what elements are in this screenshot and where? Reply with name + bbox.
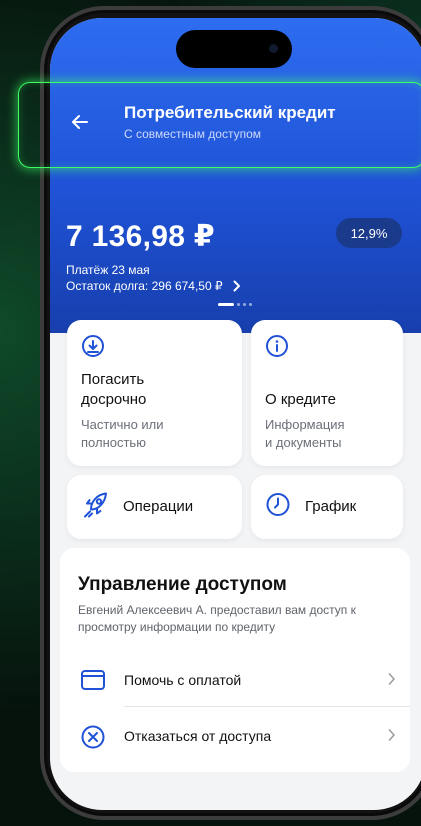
download-circle-icon [81, 334, 105, 363]
debt-row[interactable]: Остаток долга: 296 674,50 ₽ [66, 278, 241, 294]
payment-date: Платёж 23 мая [66, 263, 150, 277]
schedule-button[interactable]: График [251, 475, 403, 539]
wallet-icon [80, 668, 106, 697]
operations-label: Операции [123, 498, 194, 515]
interest-rate-badge: 12,9% [336, 218, 402, 248]
revoke-access-label: Отказаться от доступа [124, 728, 272, 744]
about-credit-desc: Информация и документы [265, 417, 345, 450]
pager-dot [249, 303, 252, 306]
info-circle-icon [265, 334, 289, 363]
payment-info: Платёж 23 мая Остаток долга: 296 674,50 … [66, 262, 241, 294]
chevron-right-icon [233, 280, 240, 292]
chevron-right-icon [388, 729, 395, 741]
clock-icon [265, 492, 291, 523]
divider [124, 706, 410, 707]
access-title: Управление доступом [78, 574, 287, 595]
pager-dot-active [218, 303, 234, 306]
debt-balance: Остаток долга: 296 674,50 ₽ [66, 279, 223, 293]
header-highlight [18, 82, 421, 168]
revoke-access-item[interactable]: Отказаться от доступа [60, 711, 410, 761]
help-pay-label: Помочь с оплатой [124, 672, 242, 688]
early-repay-card[interactable]: Погасить досрочно Частично или полностью [67, 320, 242, 466]
early-repay-title: Погасить досрочно [81, 371, 147, 408]
payment-amount: 7 136,98 ₽ [66, 220, 215, 253]
rocket-icon [81, 490, 111, 525]
access-description: Евгений Алексеевич А. предоставил вам до… [78, 603, 356, 634]
pager-dots [218, 303, 252, 306]
camera-icon [269, 44, 278, 53]
close-circle-icon [80, 724, 106, 755]
pager-dot [243, 303, 246, 306]
early-repay-desc: Частично или полностью [81, 417, 164, 450]
schedule-label: График [305, 498, 357, 515]
about-credit-title: О кредите [265, 391, 336, 408]
chevron-right-icon [388, 673, 395, 685]
pager-dot [237, 303, 240, 306]
dynamic-island [176, 30, 292, 68]
about-credit-card[interactable]: О кредите Информация и документы [251, 320, 403, 466]
operations-button[interactable]: Операции [67, 475, 242, 539]
help-pay-item[interactable]: Помочь с оплатой [60, 655, 410, 705]
